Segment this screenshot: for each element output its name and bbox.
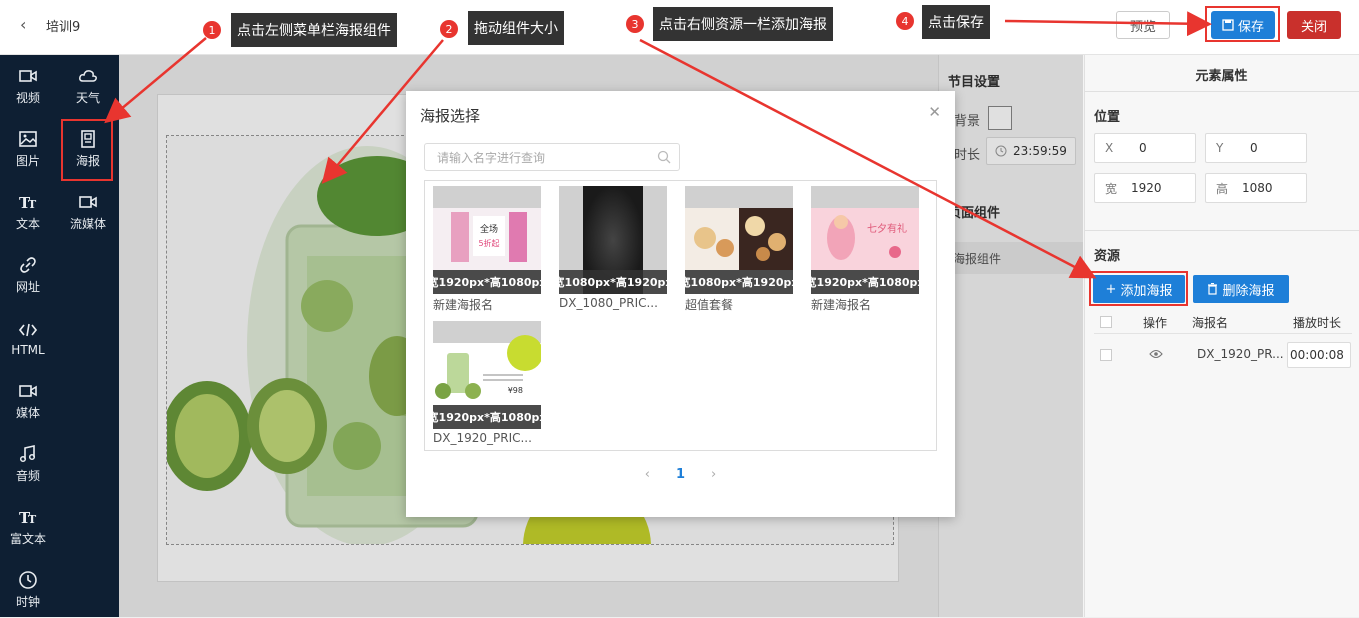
arrow-to-poster <box>104 37 207 124</box>
step-badge: 4 <box>896 12 914 30</box>
step-tip: 拖动组件大小 <box>468 11 564 45</box>
arrow-to-frame <box>321 39 444 184</box>
step-tip: 点击左侧菜单栏海报组件 <box>231 13 397 47</box>
step-tip: 点击右侧资源一栏添加海报 <box>653 7 833 41</box>
step-badge: 3 <box>626 15 644 33</box>
step-tip: 点击保存 <box>922 5 990 39</box>
step-badge: 1 <box>203 21 221 39</box>
annotation-arrows <box>104 11 1212 279</box>
arrow-to-save <box>1004 11 1212 37</box>
arrow-to-add-poster <box>639 38 1097 279</box>
step-badge: 2 <box>440 20 458 38</box>
